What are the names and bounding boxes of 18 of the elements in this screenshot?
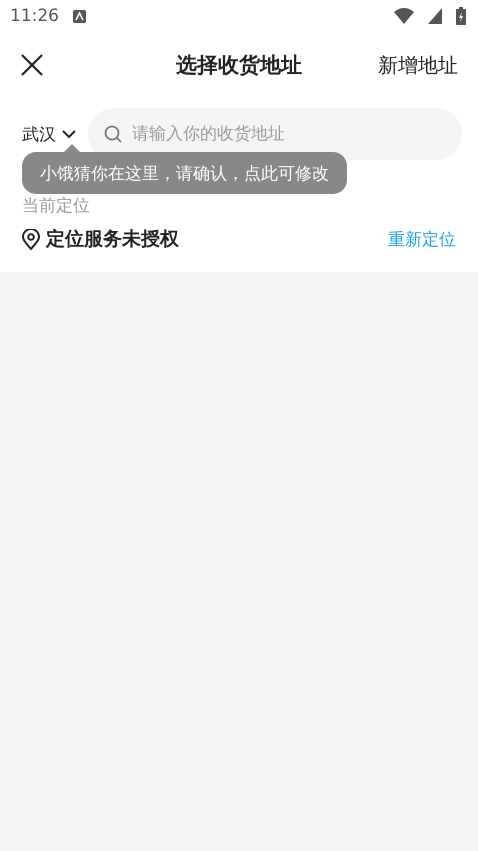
battery-icon bbox=[456, 7, 466, 25]
close-icon[interactable] bbox=[20, 53, 44, 77]
location-pin-icon bbox=[22, 228, 40, 250]
status-time: 11:26 bbox=[10, 6, 59, 26]
section-label: 当前定位 bbox=[22, 196, 90, 216]
location-status: 定位服务未授权 bbox=[46, 227, 179, 252]
tooltip-pointer bbox=[64, 144, 80, 152]
search-input[interactable]: 请输入你的收货地址 bbox=[130, 123, 446, 145]
search-icon bbox=[104, 125, 122, 143]
add-address-button[interactable]: 新增地址 bbox=[378, 52, 458, 78]
search-bar[interactable]: 请输入你的收货地址 bbox=[88, 108, 462, 160]
wifi-icon bbox=[394, 8, 414, 24]
page-title: 选择收货地址 bbox=[176, 52, 302, 79]
chevron-down-icon bbox=[62, 130, 76, 138]
notification-icon bbox=[73, 10, 86, 22]
city-selector[interactable]: 武汉 bbox=[22, 122, 76, 146]
hint-tooltip[interactable]: 小饿猜你在这里，请确认，点此可修改 bbox=[22, 152, 347, 194]
signal-icon bbox=[428, 8, 442, 24]
